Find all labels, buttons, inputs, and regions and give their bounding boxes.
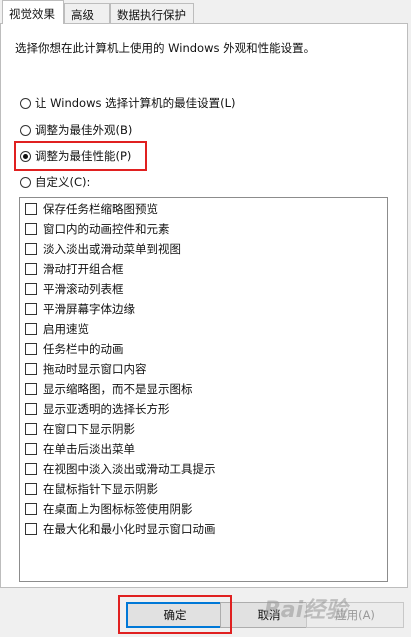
checkbox[interactable] — [25, 363, 37, 375]
checkbox[interactable] — [25, 463, 37, 475]
checkbox[interactable] — [25, 303, 37, 315]
list-item-label: 在最大化和最小化时显示窗口动画 — [43, 522, 216, 536]
apply-button[interactable]: 应用(A) — [306, 602, 404, 628]
list-item[interactable]: 在窗口下显示阴影 — [25, 421, 135, 437]
list-item-label: 平滑屏幕字体边缘 — [43, 302, 135, 316]
list-item-label: 平滑滚动列表框 — [43, 282, 124, 296]
list-item[interactable]: 窗口内的动画控件和元素 — [25, 221, 170, 237]
list-item[interactable]: 保存任务栏缩略图预览 — [25, 201, 158, 217]
checkbox[interactable] — [25, 223, 37, 235]
checkbox[interactable] — [25, 283, 37, 295]
list-item-label: 滑动打开组合框 — [43, 262, 124, 276]
list-item[interactable]: 平滑滚动列表框 — [25, 281, 124, 297]
radio-best-performance[interactable]: 调整为最佳性能(P) — [20, 148, 131, 164]
radio-button[interactable] — [20, 97, 31, 109]
list-item[interactable]: 显示亚透明的选择长方形 — [25, 401, 170, 417]
list-item[interactable]: 拖动时显示窗口内容 — [25, 361, 147, 377]
checkbox[interactable] — [25, 503, 37, 515]
list-item[interactable]: 任务栏中的动画 — [25, 341, 124, 357]
tab-bar: 视觉效果 高级 数据执行保护 — [0, 0, 411, 24]
list-item[interactable]: 启用速览 — [25, 321, 89, 337]
list-item[interactable]: 淡入淡出或滑动菜单到视图 — [25, 241, 181, 257]
list-item-label: 窗口内的动画控件和元素 — [43, 222, 170, 236]
radio-let-windows-choose[interactable]: 让 Windows 选择计算机的最佳设置(L) — [20, 95, 236, 111]
list-item-label: 显示缩略图，而不是显示图标 — [43, 382, 193, 396]
list-item[interactable]: 在单击后淡出菜单 — [25, 441, 135, 457]
list-item[interactable]: 在鼠标指针下显示阴影 — [25, 481, 158, 497]
radio-best-appearance[interactable]: 调整为最佳外观(B) — [20, 122, 132, 138]
tab-visual-effects[interactable]: 视觉效果 — [2, 0, 64, 24]
radio-label: 调整为最佳性能(P) — [35, 149, 132, 163]
list-item-label: 显示亚透明的选择长方形 — [43, 402, 170, 416]
checkbox[interactable] — [25, 483, 37, 495]
list-item[interactable]: 在桌面上为图标标签使用阴影 — [25, 501, 193, 517]
checkbox[interactable] — [25, 243, 37, 255]
list-item[interactable]: 滑动打开组合框 — [25, 261, 124, 277]
checkbox[interactable] — [25, 403, 37, 415]
effects-list[interactable]: 保存任务栏缩略图预览 窗口内的动画控件和元素 淡入淡出或滑动菜单到视图 滑动打开… — [19, 197, 388, 582]
list-item[interactable]: 在视图中淡入淡出或滑动工具提示 — [25, 461, 216, 477]
visual-effects-panel: 选择你想在此计算机上使用的 Windows 外观和性能设置。 让 Windows… — [0, 23, 408, 588]
list-item-label: 在单击后淡出菜单 — [43, 442, 135, 456]
radio-button[interactable] — [20, 124, 31, 136]
list-item-label: 在鼠标指针下显示阴影 — [43, 482, 158, 496]
radio-custom[interactable]: 自定义(C): — [20, 174, 90, 190]
description-text: 选择你想在此计算机上使用的 Windows 外观和性能设置。 — [15, 41, 316, 55]
list-item[interactable]: 在最大化和最小化时显示窗口动画 — [25, 521, 216, 537]
checkbox[interactable] — [25, 443, 37, 455]
list-item-label: 启用速览 — [43, 322, 89, 336]
checkbox[interactable] — [25, 523, 37, 535]
tab-advanced[interactable]: 高级 — [64, 3, 110, 23]
list-item-label: 拖动时显示窗口内容 — [43, 362, 147, 376]
cancel-button[interactable]: 取消 — [220, 602, 318, 628]
radio-label: 自定义(C): — [35, 175, 91, 189]
ok-button[interactable]: 确定 — [126, 602, 224, 628]
list-item-label: 任务栏中的动画 — [43, 342, 124, 356]
list-item-label: 保存任务栏缩略图预览 — [43, 202, 158, 216]
checkbox[interactable] — [25, 343, 37, 355]
checkbox[interactable] — [25, 423, 37, 435]
list-item[interactable]: 平滑屏幕字体边缘 — [25, 301, 135, 317]
list-item-label: 在窗口下显示阴影 — [43, 422, 135, 436]
list-item-label: 淡入淡出或滑动菜单到视图 — [43, 242, 181, 256]
radio-label: 调整为最佳外观(B) — [35, 123, 133, 137]
checkbox[interactable] — [25, 263, 37, 275]
radio-label: 让 Windows 选择计算机的最佳设置(L) — [35, 96, 236, 110]
radio-button[interactable] — [20, 176, 31, 188]
checkbox[interactable] — [25, 323, 37, 335]
radio-button[interactable] — [20, 150, 31, 162]
checkbox[interactable] — [25, 383, 37, 395]
list-item-label: 在桌面上为图标标签使用阴影 — [43, 502, 193, 516]
list-item[interactable]: 显示缩略图，而不是显示图标 — [25, 381, 193, 397]
list-item-label: 在视图中淡入淡出或滑动工具提示 — [43, 462, 216, 476]
checkbox[interactable] — [25, 203, 37, 215]
tab-dep[interactable]: 数据执行保护 — [110, 3, 194, 23]
